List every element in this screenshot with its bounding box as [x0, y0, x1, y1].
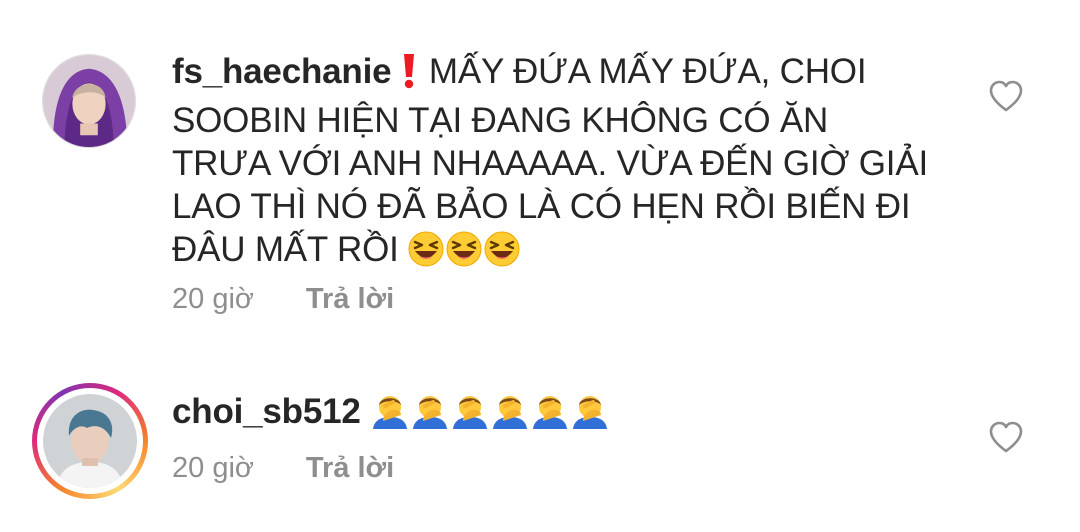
facepalm-emoji	[531, 393, 569, 439]
avatar-photo	[43, 394, 137, 488]
comment-meta: 20 giờ Trả lời	[172, 283, 394, 316]
facepalm-emoji	[571, 393, 609, 439]
comment-text: fs_haechanie MẤY ĐỨA MẤY ĐỨA, CHOI SOOBI…	[172, 50, 932, 277]
facepalm-emoji	[371, 393, 409, 439]
reply-button[interactable]: Trả lời	[306, 283, 394, 315]
heart-icon[interactable]	[988, 421, 1024, 453]
comment-text: choi_sb512	[172, 390, 932, 439]
comment-time: 20 giờ	[172, 283, 254, 315]
laughing-squint-emoji	[484, 231, 520, 277]
username[interactable]: fs_haechanie	[172, 52, 392, 91]
laughing-squint-emoji	[408, 231, 444, 277]
heart-icon[interactable]	[988, 80, 1024, 112]
username[interactable]: choi_sb512	[172, 392, 361, 431]
facepalm-emoji	[451, 393, 489, 439]
red-exclamation-icon	[401, 53, 417, 99]
reply-button[interactable]: Trả lời	[306, 452, 394, 484]
facepalm-emoji	[411, 393, 449, 439]
laughing-squint-emoji	[446, 231, 482, 277]
facepalm-emoji	[491, 393, 529, 439]
comment-time: 20 giờ	[172, 452, 254, 484]
avatar-photo	[43, 55, 135, 147]
avatar[interactable]	[43, 394, 137, 488]
comment-meta: 20 giờ Trả lời	[172, 452, 394, 485]
avatar[interactable]	[42, 54, 136, 148]
